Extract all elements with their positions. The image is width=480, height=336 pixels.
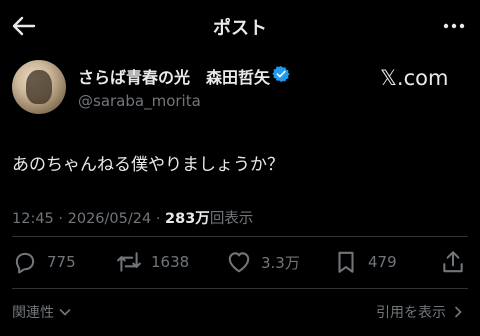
avatar-figure	[26, 70, 52, 104]
bookmark-icon	[338, 251, 354, 273]
views-count: 283万	[165, 211, 210, 227]
author-display-name[interactable]: さらば青春の光 森田哲矢	[78, 64, 270, 88]
view-quotes-link[interactable]: 引用を表示	[376, 302, 466, 322]
chevron-down-icon	[59, 309, 71, 316]
like-button[interactable]: 3.3万	[226, 248, 300, 276]
views-label: 回表示	[209, 211, 254, 227]
sort-relevance-label: 関連性	[12, 305, 54, 321]
share-icon	[443, 251, 463, 273]
action-bar: 775 1638 3.3万 479	[0, 244, 480, 280]
like-count: 3.3万	[261, 253, 300, 272]
sort-relevance-button[interactable]: 関連性	[12, 302, 73, 322]
reply-count: 775	[47, 253, 76, 271]
top-bar: ポスト	[0, 0, 480, 52]
repost-icon	[117, 252, 141, 272]
post-meta: 12:45 · 2026/05/24 · 283万回表示	[12, 207, 253, 228]
more-button[interactable]	[440, 14, 468, 38]
bookmark-button[interactable]: 479	[333, 248, 397, 276]
author-row: さらば青春の光 森田哲矢 @saraba_morita 𝕏.com	[0, 58, 480, 118]
chevron-right-icon	[455, 306, 462, 318]
share-button[interactable]	[440, 248, 466, 276]
meta-separator: ·	[155, 211, 166, 227]
repost-count: 1638	[151, 253, 190, 271]
view-quotes-label: 引用を表示	[376, 305, 446, 321]
bottom-row: 関連性 引用を表示	[0, 300, 480, 324]
bookmark-count: 479	[368, 253, 397, 271]
verified-badge-icon[interactable]	[272, 65, 290, 83]
divider	[12, 288, 468, 289]
page-title: ポスト	[213, 18, 267, 39]
heart-icon	[228, 252, 250, 273]
meta-separator: ·	[58, 211, 68, 227]
repost-button[interactable]: 1638	[116, 248, 189, 276]
post-time[interactable]: 12:45	[12, 211, 54, 227]
avatar[interactable]	[12, 60, 66, 114]
post-text: あのちゃんねる僕やりましょうか？	[12, 155, 284, 175]
divider	[12, 236, 468, 237]
post-date[interactable]: 2026/05/24	[68, 211, 152, 227]
x-com-watermark: 𝕏.com	[380, 66, 449, 90]
more-horizontal-icon	[443, 23, 465, 29]
reply-button[interactable]: 775	[12, 248, 76, 276]
author-handle[interactable]: @saraba_morita	[78, 92, 201, 110]
reply-icon	[15, 252, 35, 274]
